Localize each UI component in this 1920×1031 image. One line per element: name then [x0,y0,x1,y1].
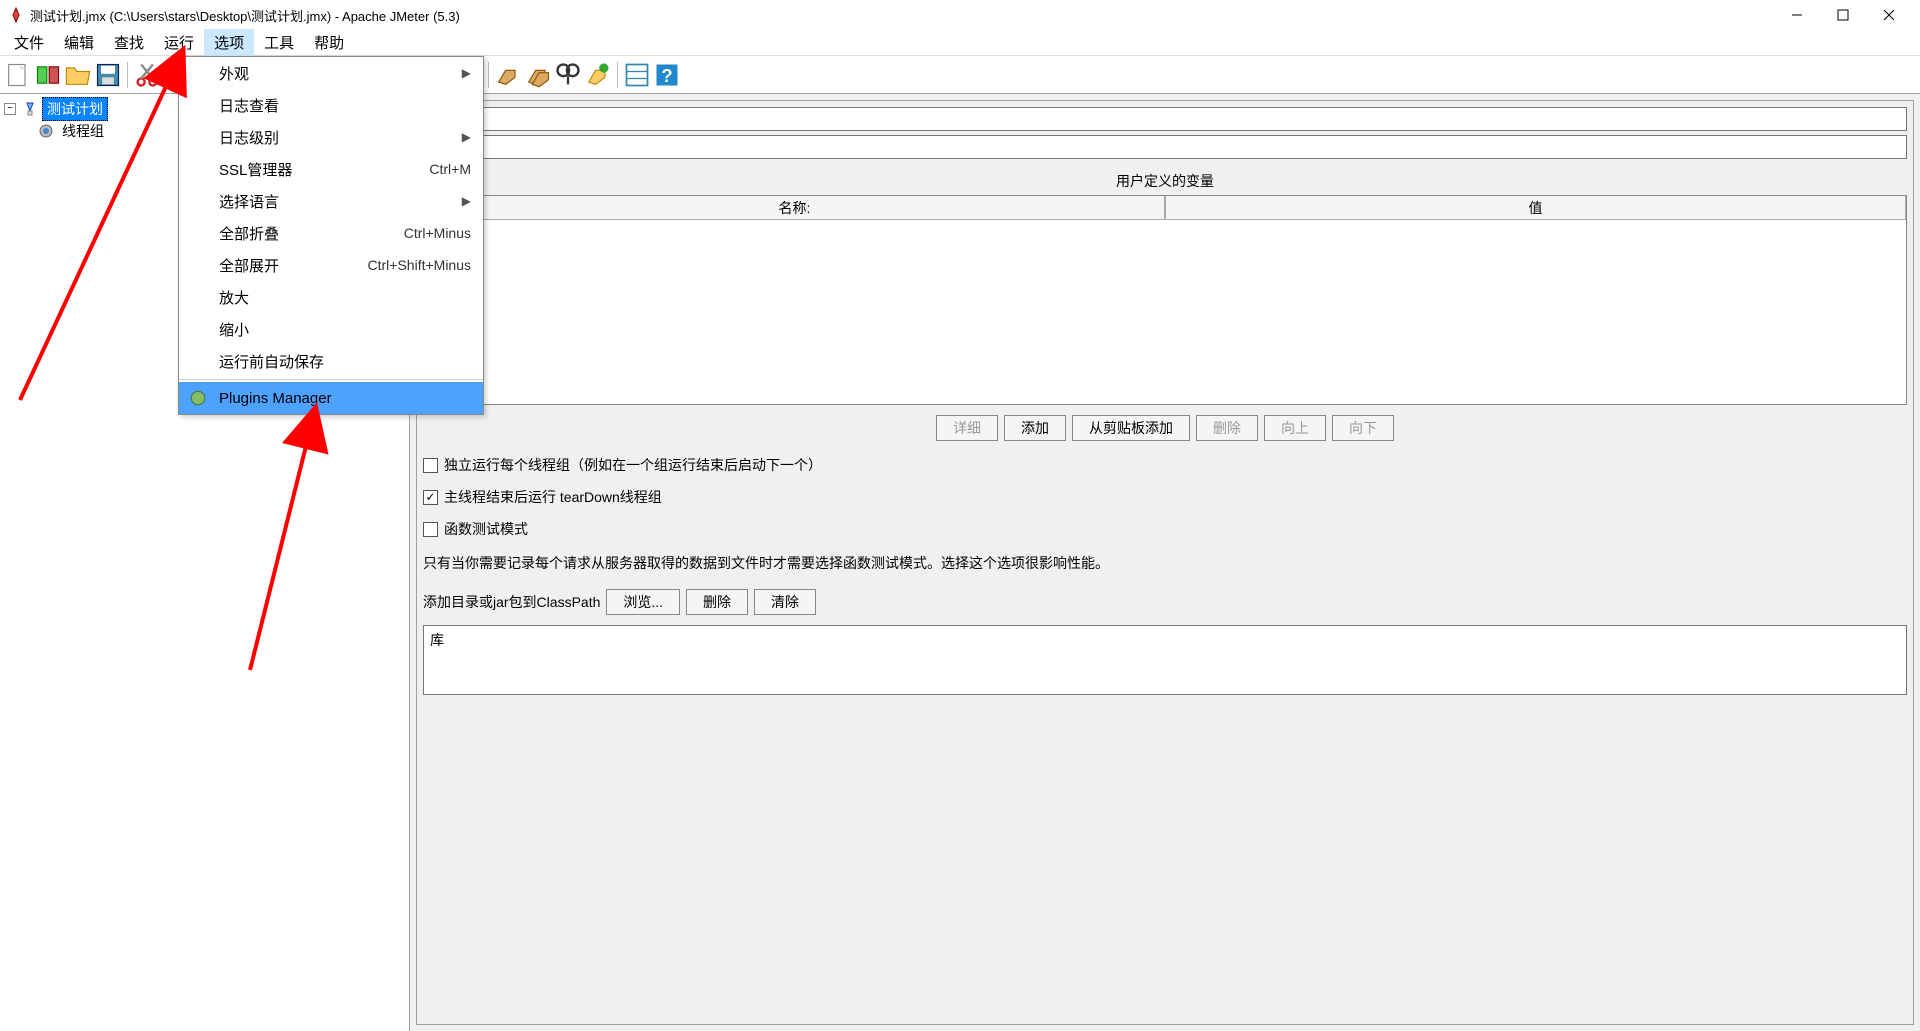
menu-tools[interactable]: 工具 [254,29,304,56]
clear-cp-button[interactable]: 清除 [754,589,816,615]
menu-zoom-in[interactable]: 放大 [179,281,483,313]
check-teardown[interactable]: ✓ [423,490,438,505]
delete-cp-button[interactable]: 删除 [686,589,748,615]
tree-child-label[interactable]: 线程组 [58,120,108,142]
options-dropdown: 外观 ▶ 日志查看 日志级别 ▶ SSL管理器 Ctrl+M 选择语言 ▶ 全部… [178,56,484,415]
maximize-button[interactable] [1820,0,1866,30]
check-functional[interactable] [423,522,438,537]
menu-ssl-manager[interactable]: SSL管理器 Ctrl+M [179,153,483,185]
menu-run[interactable]: 运行 [154,29,204,56]
detail-button[interactable]: 详细 [936,415,998,441]
cut-icon[interactable] [133,61,161,89]
up-button[interactable]: 向上 [1264,415,1326,441]
classpath-list[interactable]: 库 [423,625,1907,695]
note-text: 只有当你需要记录每个请求从服务器取得的数据到文件时才需要选择函数测试模式。选择这… [423,553,1907,573]
comment-input[interactable] [467,135,1907,159]
vars-title: 用户定义的变量 [423,171,1907,191]
open-icon[interactable] [64,61,92,89]
menu-collapse-all[interactable]: 全部折叠 Ctrl+Minus [179,217,483,249]
delete-button[interactable]: 删除 [1196,415,1258,441]
menu-log-view[interactable]: 日志查看 [179,89,483,121]
chevron-right-icon: ▶ [462,130,471,144]
vars-body[interactable] [424,220,1906,404]
window-title: 测试计划.jmx (C:\Users\stars\Desktop\测试计划.jm… [30,6,1774,25]
vars-table: 名称: 值 [423,195,1907,405]
minimize-button[interactable] [1774,0,1820,30]
menu-help[interactable]: 帮助 [304,29,354,56]
menu-options[interactable]: 选项 [204,29,254,56]
classpath-item[interactable]: 库 [430,632,444,648]
menu-bar: 文件 编辑 查找 运行 选项 工具 帮助 [0,30,1920,56]
tree-root-label[interactable]: 测试计划 [42,97,108,121]
menu-file[interactable]: 文件 [4,29,54,56]
classpath-label: 添加目录或jar包到ClassPath [423,592,600,612]
menu-separator [179,379,483,380]
svg-text:?: ? [661,65,672,86]
save-icon[interactable] [94,61,122,89]
app-icon [8,7,24,23]
menu-look-feel[interactable]: 外观 ▶ [179,57,483,89]
menu-autosave[interactable]: 运行前自动保存 [179,345,483,377]
chevron-right-icon: ▶ [462,194,471,208]
main-panel: 名称: 用户定义的变量 名称: 值 详细 添加 从剪贴板添加 删除 向上 向下 [410,94,1920,1031]
col-name[interactable]: 名称: [424,196,1165,220]
help-icon[interactable]: ? [653,61,681,89]
title-bar: 测试计划.jmx (C:\Users\stars\Desktop\测试计划.jm… [0,0,1920,30]
menu-log-level[interactable]: 日志级别 ▶ [179,121,483,153]
close-button[interactable] [1866,0,1912,30]
chevron-right-icon: ▶ [462,66,471,80]
down-button[interactable]: 向下 [1332,415,1394,441]
collapse-icon[interactable]: − [4,103,16,115]
search-icon[interactable] [554,61,582,89]
menu-edit[interactable]: 编辑 [54,29,104,56]
menu-plugins-manager[interactable]: Plugins Manager [179,382,483,414]
menu-search[interactable]: 查找 [104,29,154,56]
browse-button[interactable]: 浏览... [606,589,680,615]
clipboard-button[interactable]: 从剪贴板添加 [1072,415,1190,441]
check-independent[interactable] [423,458,438,473]
reset-search-icon[interactable] [584,61,612,89]
menu-expand-all[interactable]: 全部展开 Ctrl+Shift+Minus [179,249,483,281]
menu-language[interactable]: 选择语言 ▶ [179,185,483,217]
templates-icon[interactable] [34,61,62,89]
testplan-icon [22,101,38,117]
clear-icon[interactable] [494,61,522,89]
function-icon[interactable] [623,61,651,89]
add-button[interactable]: 添加 [1004,415,1066,441]
check-independent-label: 独立运行每个线程组（例如在一个组运行结束后启动下一个） [444,455,822,475]
check-teardown-label: 主线程结束后运行 tearDown线程组 [444,487,662,507]
clear-all-icon[interactable] [524,61,552,89]
check-functional-label: 函数测试模式 [444,519,528,539]
threadgroup-icon [38,123,54,139]
col-value[interactable]: 值 [1165,196,1906,220]
new-icon[interactable] [4,61,32,89]
menu-zoom-out[interactable]: 缩小 [179,313,483,345]
plugins-icon [189,389,207,407]
name-input[interactable] [423,107,1907,131]
